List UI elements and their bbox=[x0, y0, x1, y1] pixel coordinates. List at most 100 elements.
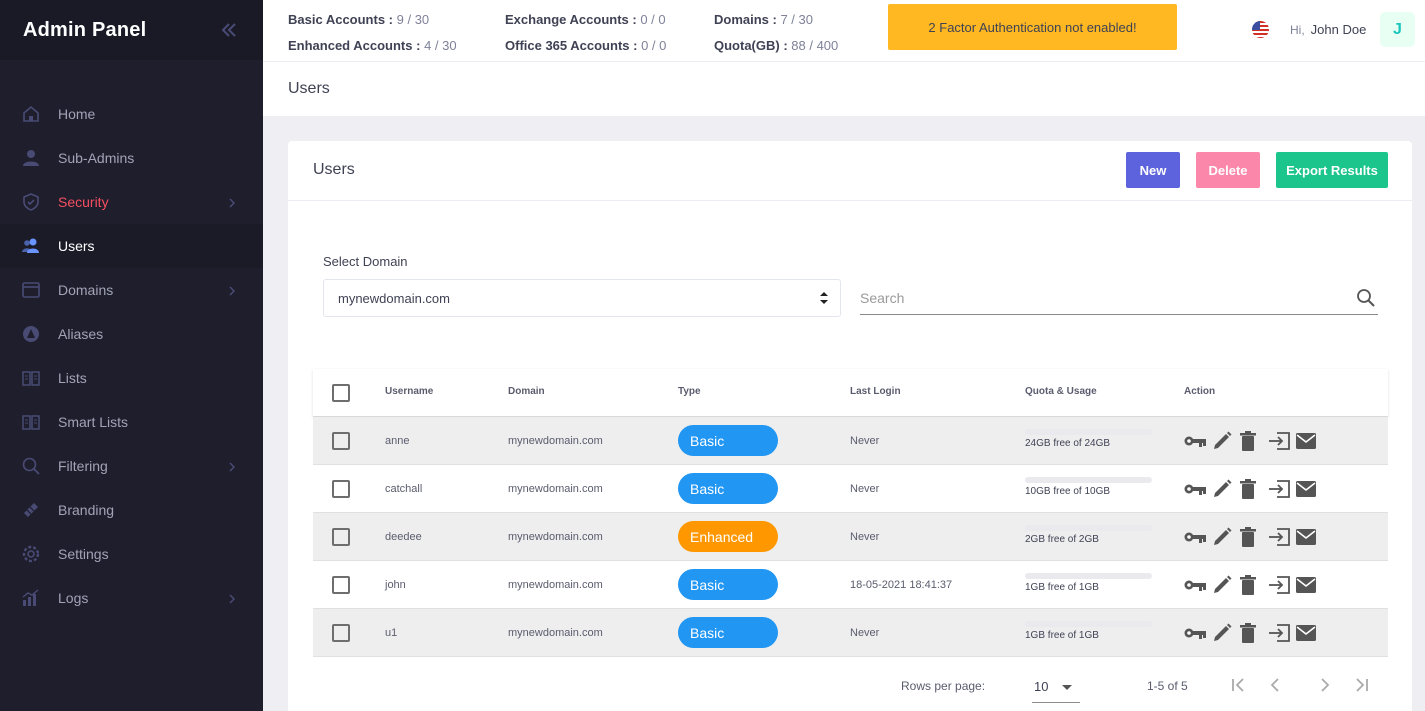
delete-trash-icon[interactable] bbox=[1240, 574, 1268, 596]
table-row[interactable]: john mynewdomain.com Basic 18-05-2021 18:41… bbox=[313, 561, 1388, 609]
rows-per-page-label: Rows per page: bbox=[901, 679, 986, 693]
cell-username[interactable]: catchall bbox=[385, 483, 422, 495]
edit-pencil-icon[interactable] bbox=[1212, 574, 1240, 596]
key-icon[interactable] bbox=[1184, 478, 1212, 500]
subheader: Users bbox=[263, 62, 1425, 116]
sidebar-item-sub-admins[interactable]: Sub-Admins bbox=[0, 136, 263, 180]
row-checkbox[interactable] bbox=[332, 432, 350, 450]
mail-icon[interactable] bbox=[1296, 526, 1324, 548]
cell-username[interactable]: anne bbox=[385, 435, 409, 447]
mail-icon[interactable] bbox=[1296, 430, 1324, 452]
row-checkbox[interactable] bbox=[332, 576, 350, 594]
login-as-icon[interactable] bbox=[1268, 430, 1296, 452]
edit-pencil-icon[interactable] bbox=[1212, 622, 1240, 644]
sidebar-item-home[interactable]: Home bbox=[0, 92, 263, 136]
sidebar-item-lists[interactable]: Lists bbox=[0, 356, 263, 400]
delete-button[interactable]: Delete bbox=[1196, 152, 1260, 188]
sidebar-item-label: Sub-Admins bbox=[58, 150, 135, 166]
export-results-button[interactable]: Export Results bbox=[1276, 152, 1388, 188]
us-flag-icon[interactable] bbox=[1252, 21, 1269, 38]
column-action: Action bbox=[1184, 386, 1216, 397]
table-row[interactable]: deedee mynewdomain.com Enhanced Never 2GB fr… bbox=[313, 513, 1388, 561]
row-checkbox[interactable] bbox=[332, 528, 350, 546]
cell-username[interactable]: u1 bbox=[385, 627, 397, 639]
delete-trash-icon[interactable] bbox=[1240, 526, 1268, 548]
edit-pencil-icon[interactable] bbox=[1212, 430, 1240, 452]
users-table: Username Domain Type Last Login Quota & … bbox=[313, 369, 1388, 657]
table-row[interactable]: catchall mynewdomain.com Basic Never 10GB fr… bbox=[313, 465, 1388, 513]
stat-label: Office 365 Accounts : bbox=[505, 38, 638, 53]
key-icon[interactable] bbox=[1184, 622, 1212, 644]
type-badge: Enhanced bbox=[678, 521, 778, 552]
row-checkbox[interactable] bbox=[332, 624, 350, 642]
sidebar-item-branding[interactable]: Branding bbox=[0, 488, 263, 532]
table-row[interactable]: u1 mynewdomain.com Basic Never 1GB free of 1… bbox=[313, 609, 1388, 657]
edit-pencil-icon[interactable] bbox=[1212, 478, 1240, 500]
mail-icon[interactable] bbox=[1296, 574, 1324, 596]
last-page-icon[interactable] bbox=[1351, 675, 1371, 695]
two-factor-alert[interactable]: 2 Factor Authentication not enabled! bbox=[888, 4, 1177, 50]
next-page-icon[interactable] bbox=[1315, 675, 1335, 695]
sidebar-item-label: Smart Lists bbox=[58, 414, 129, 430]
cell-quota: 24GB free of 24GB bbox=[1025, 438, 1111, 449]
stat-label: Enhanced Accounts : bbox=[288, 38, 421, 53]
caret-down-icon bbox=[1062, 685, 1072, 690]
column-last-login[interactable]: Last Login bbox=[850, 386, 901, 397]
login-as-icon[interactable] bbox=[1268, 622, 1296, 644]
sidebar-item-domains[interactable]: Domains bbox=[0, 268, 263, 312]
edit-pencil-icon[interactable] bbox=[1212, 526, 1240, 548]
cell-domain: mynewdomain.com bbox=[508, 483, 603, 495]
first-page-icon[interactable] bbox=[1229, 675, 1249, 695]
delete-trash-icon[interactable] bbox=[1240, 478, 1268, 500]
domain-select[interactable]: mynewdomain.com bbox=[323, 279, 841, 317]
previous-page-icon[interactable] bbox=[1265, 675, 1285, 695]
sidebar-item-security[interactable]: Security bbox=[0, 180, 263, 224]
key-icon[interactable] bbox=[1184, 526, 1212, 548]
delete-trash-icon[interactable] bbox=[1240, 430, 1268, 452]
new-button[interactable]: New bbox=[1126, 152, 1180, 188]
search-icon[interactable] bbox=[1356, 288, 1376, 308]
quota-progress-bar bbox=[1025, 477, 1152, 483]
cell-username[interactable]: john bbox=[385, 579, 406, 591]
mail-icon[interactable] bbox=[1296, 622, 1324, 644]
stat-quota: Quota(GB) : 88 / 400 bbox=[714, 38, 838, 53]
users-icon bbox=[22, 237, 40, 255]
column-username[interactable]: Username bbox=[385, 386, 433, 397]
key-icon[interactable] bbox=[1184, 430, 1212, 452]
row-checkbox[interactable] bbox=[332, 480, 350, 498]
stat-value: 88 / 400 bbox=[791, 38, 839, 53]
stat-value: 7 / 30 bbox=[780, 12, 813, 27]
pagination: Rows per page: 10 1-5 of 5 bbox=[313, 657, 1388, 711]
cell-username[interactable]: deedee bbox=[385, 531, 422, 543]
table-row[interactable]: anne mynewdomain.com Basic Never 24GB free o… bbox=[313, 417, 1388, 465]
sidebar-item-settings[interactable]: Settings bbox=[0, 532, 263, 576]
sidebar-brand: Admin Panel bbox=[0, 0, 263, 60]
sidebar-item-label: Security bbox=[58, 194, 109, 210]
login-as-icon[interactable] bbox=[1268, 478, 1296, 500]
column-type[interactable]: Type bbox=[678, 386, 701, 397]
login-as-icon[interactable] bbox=[1268, 526, 1296, 548]
avatar[interactable]: J bbox=[1380, 12, 1415, 47]
sidebar-item-aliases[interactable]: Aliases bbox=[0, 312, 263, 356]
stat-label: Exchange Accounts : bbox=[505, 12, 637, 27]
delete-trash-icon[interactable] bbox=[1240, 622, 1268, 644]
sidebar-item-filtering[interactable]: Filtering bbox=[0, 444, 263, 488]
mail-icon[interactable] bbox=[1296, 478, 1324, 500]
login-as-icon[interactable] bbox=[1268, 574, 1296, 596]
sidebar-item-smart-lists[interactable]: Smart Lists bbox=[0, 400, 263, 444]
key-icon[interactable] bbox=[1184, 574, 1212, 596]
cell-last-login: Never bbox=[850, 435, 880, 447]
user-greeting[interactable]: Hi, John Doe bbox=[1290, 22, 1366, 37]
rows-per-page-select[interactable]: 10 bbox=[1032, 671, 1080, 703]
column-domain[interactable]: Domain bbox=[508, 386, 545, 397]
sidebar-item-users[interactable]: Users bbox=[0, 224, 263, 268]
cell-quota: 1GB free of 1GB bbox=[1025, 630, 1099, 641]
select-all-checkbox[interactable] bbox=[332, 384, 350, 402]
stat-exchange-accounts: Exchange Accounts : 0 / 0 bbox=[505, 12, 666, 27]
sidebar-item-label: Users bbox=[58, 238, 95, 254]
column-quota-usage[interactable]: Quota & Usage bbox=[1025, 386, 1097, 397]
search-input[interactable] bbox=[860, 287, 1340, 309]
cell-last-login: Never bbox=[850, 531, 880, 543]
collapse-sidebar-icon[interactable] bbox=[219, 20, 239, 40]
sidebar-item-logs[interactable]: Logs bbox=[0, 576, 263, 620]
